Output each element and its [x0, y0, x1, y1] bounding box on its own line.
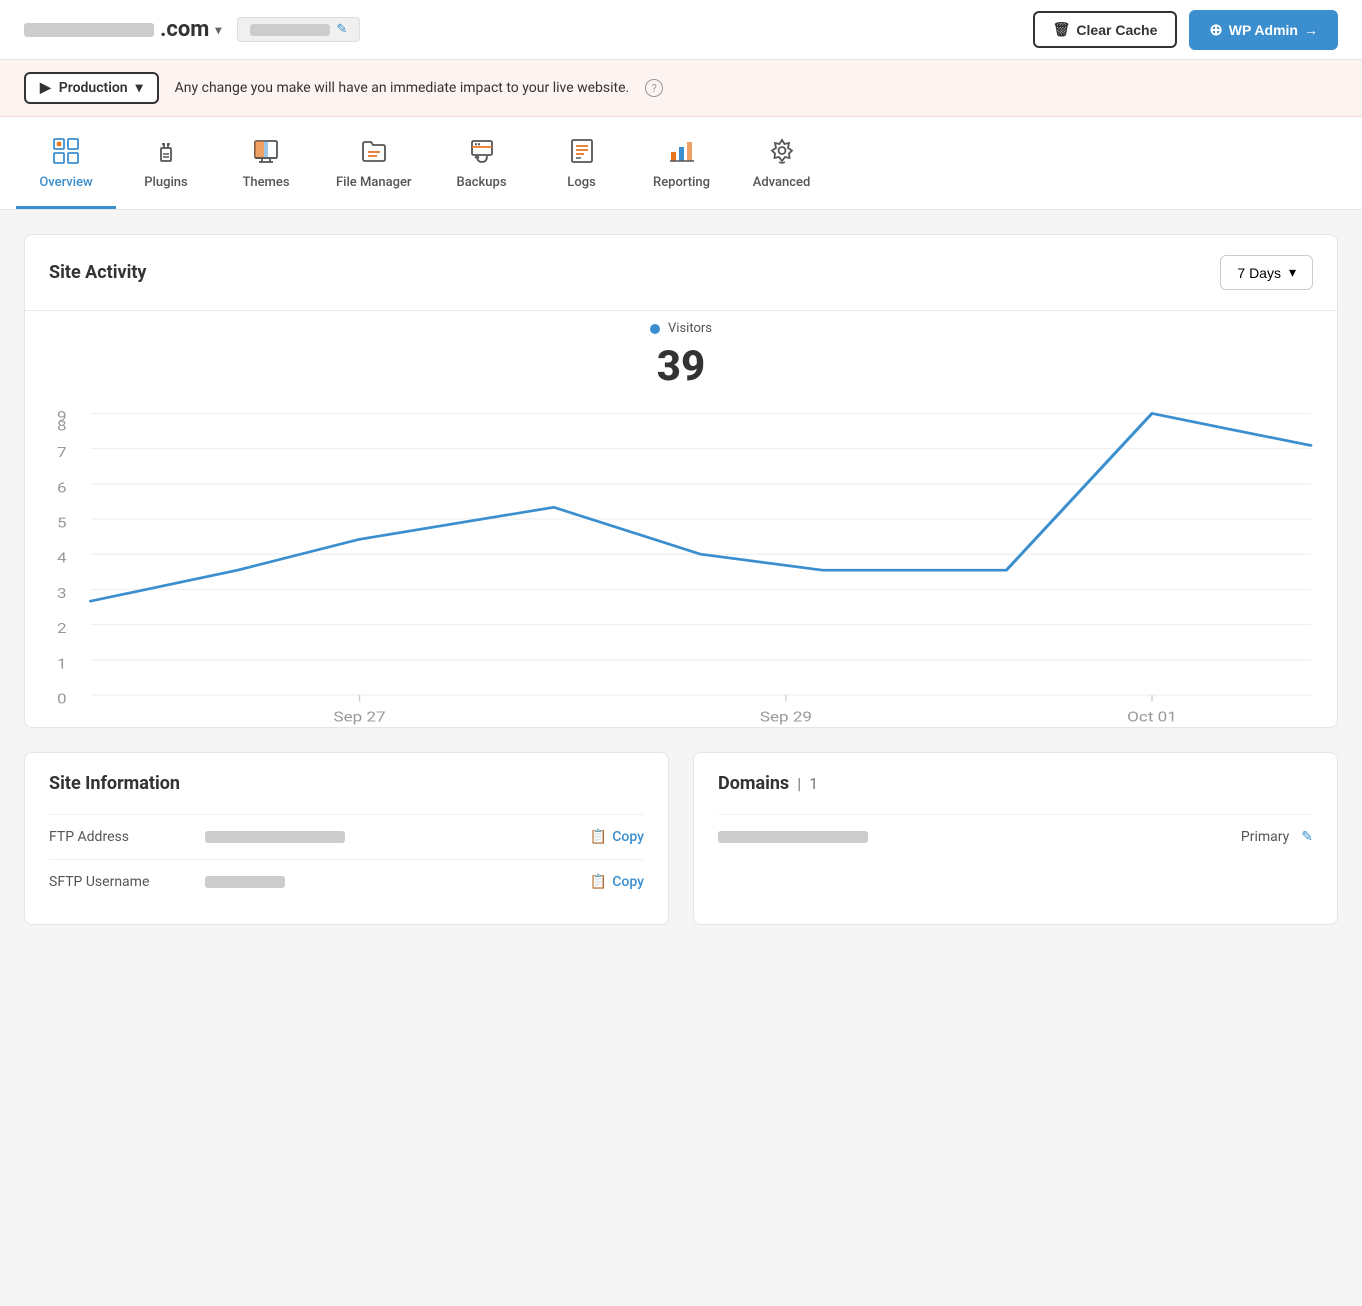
- chart-legend: Visitors: [25, 321, 1337, 336]
- svg-text:7: 7: [57, 445, 67, 461]
- tab-backups-label: Backups: [457, 175, 507, 190]
- chart-svg: 0 1 2 3 4 5 6 7 8 9: [25, 407, 1337, 727]
- site-activity-body: Visitors 39 0 1 2 3 4 5 6 7 8 9: [25, 311, 1337, 727]
- tab-advanced[interactable]: Advanced: [732, 117, 832, 209]
- site-activity-title: Site Activity: [49, 262, 147, 283]
- tab-themes[interactable]: Themes: [216, 117, 316, 209]
- environment-badge[interactable]: ▶ Production ▾: [24, 72, 159, 104]
- two-col-section: Site Information FTP Address 📋 Copy SFTP…: [24, 752, 1338, 925]
- nav-tabs: Overview Plugins: [0, 117, 1362, 210]
- site-activity-card: Site Activity 7 Days ▾ Visitors 39 0 1 2…: [24, 234, 1338, 728]
- sftp-username-label: SFTP Username: [49, 874, 189, 890]
- cache-icon: 🗑: [1053, 21, 1071, 38]
- svg-text:Oct 01: Oct 01: [1127, 709, 1177, 725]
- main-content: Site Activity 7 Days ▾ Visitors 39 0 1 2…: [0, 210, 1362, 949]
- ftp-address-value: [205, 831, 345, 843]
- svg-text:6: 6: [57, 480, 67, 496]
- header-right: 🗑 Clear Cache ⊕ WP Admin →: [1033, 10, 1338, 50]
- svg-text:1: 1: [57, 656, 67, 672]
- legend-dot: [650, 324, 660, 334]
- copy-icon: 📋: [590, 829, 607, 845]
- svg-text:Sep 29: Sep 29: [760, 709, 812, 725]
- environment-label: Production: [59, 80, 128, 96]
- wp-admin-arrow-icon: →: [1304, 22, 1318, 38]
- tab-advanced-label: Advanced: [753, 175, 811, 190]
- svg-text:3: 3: [57, 585, 67, 601]
- clear-cache-label: Clear Cache: [1076, 22, 1157, 38]
- tab-reporting[interactable]: Reporting: [632, 117, 732, 209]
- env-chevron-icon: ▾: [136, 80, 143, 96]
- site-name-tag: ✎: [237, 17, 360, 42]
- domain-blurred: [24, 23, 154, 37]
- header-left: .com ▾ ✎: [24, 17, 360, 42]
- domain-value: [718, 831, 868, 843]
- environment-bar: ▶ Production ▾ Any change you make will …: [0, 60, 1362, 117]
- advanced-icon: [764, 133, 800, 169]
- ftp-copy-label: Copy: [612, 829, 644, 845]
- svg-text:2: 2: [57, 621, 67, 637]
- days-filter-label: 7 Days: [1237, 265, 1281, 281]
- logs-icon: [564, 133, 600, 169]
- play-icon: ▶: [40, 80, 51, 96]
- days-filter-chevron-icon: ▾: [1289, 264, 1296, 281]
- ftp-address-row: FTP Address 📋 Copy: [49, 814, 644, 859]
- domain-edit-icon[interactable]: ✎: [1301, 829, 1313, 845]
- chart-area: 0 1 2 3 4 5 6 7 8 9: [25, 407, 1337, 727]
- site-name-edit-icon[interactable]: ✎: [336, 22, 347, 37]
- sftp-copy-label: Copy: [612, 874, 644, 890]
- overview-icon: [48, 133, 84, 169]
- site-information-title: Site Information: [49, 773, 644, 794]
- tab-file-manager[interactable]: File Manager: [316, 117, 432, 209]
- site-activity-header: Site Activity 7 Days ▾: [25, 235, 1337, 311]
- days-filter-dropdown[interactable]: 7 Days ▾: [1220, 255, 1313, 290]
- domains-label: Domains: [718, 773, 789, 794]
- sftp-username-row: SFTP Username 📋 Copy: [49, 859, 644, 904]
- chart-total-visitors: 39: [25, 342, 1337, 391]
- header: .com ▾ ✎ 🗑 Clear Cache ⊕ WP Admin →: [0, 0, 1362, 60]
- ftp-copy-button[interactable]: 📋 Copy: [590, 829, 644, 845]
- tab-reporting-label: Reporting: [653, 175, 710, 190]
- domains-count: 1: [809, 774, 818, 793]
- svg-text:4: 4: [57, 550, 67, 566]
- wp-admin-button[interactable]: ⊕ WP Admin →: [1189, 10, 1338, 50]
- domains-separator: |: [797, 774, 801, 793]
- tab-file-manager-label: File Manager: [336, 175, 412, 190]
- domain-chevron-icon[interactable]: ▾: [215, 23, 221, 37]
- tab-backups[interactable]: Backups: [432, 117, 532, 209]
- clear-cache-button[interactable]: 🗑 Clear Cache: [1033, 11, 1178, 48]
- tab-plugins-label: Plugins: [144, 175, 187, 190]
- wp-icon: ⊕: [1209, 20, 1222, 40]
- help-icon[interactable]: ?: [645, 79, 663, 97]
- site-information-section: Site Information FTP Address 📋 Copy SFTP…: [24, 752, 669, 925]
- domain-text: .com: [160, 17, 209, 42]
- plugins-icon: [148, 133, 184, 169]
- tab-logs[interactable]: Logs: [532, 117, 632, 209]
- site-domain: .com ▾: [24, 17, 221, 42]
- svg-text:5: 5: [57, 515, 67, 531]
- domains-section: Domains | 1 Primary ✎: [693, 752, 1338, 925]
- reporting-icon: [664, 133, 700, 169]
- backups-icon: [464, 133, 500, 169]
- svg-text:Sep 27: Sep 27: [333, 709, 385, 725]
- legend-label: Visitors: [668, 321, 712, 336]
- tab-plugins[interactable]: Plugins: [116, 117, 216, 209]
- themes-icon: [248, 133, 284, 169]
- env-message: Any change you make will have an immedia…: [175, 80, 630, 96]
- tab-overview-label: Overview: [39, 175, 92, 190]
- sftp-copy-button[interactable]: 📋 Copy: [590, 874, 644, 890]
- domains-title-area: Domains | 1: [718, 773, 1313, 794]
- ftp-address-label: FTP Address: [49, 829, 189, 845]
- sftp-username-value: [205, 876, 285, 888]
- svg-text:9: 9: [57, 408, 67, 424]
- sftp-copy-icon: 📋: [590, 874, 607, 890]
- wp-admin-label: WP Admin: [1229, 22, 1298, 38]
- tab-overview[interactable]: Overview: [16, 117, 116, 209]
- tab-logs-label: Logs: [567, 175, 595, 190]
- domain-primary-label: Primary: [1241, 829, 1289, 845]
- domain-row: Primary ✎: [718, 814, 1313, 859]
- file-manager-icon: [356, 133, 392, 169]
- svg-text:0: 0: [57, 691, 67, 707]
- tab-themes-label: Themes: [242, 175, 289, 190]
- site-name-blurred: [250, 24, 330, 36]
